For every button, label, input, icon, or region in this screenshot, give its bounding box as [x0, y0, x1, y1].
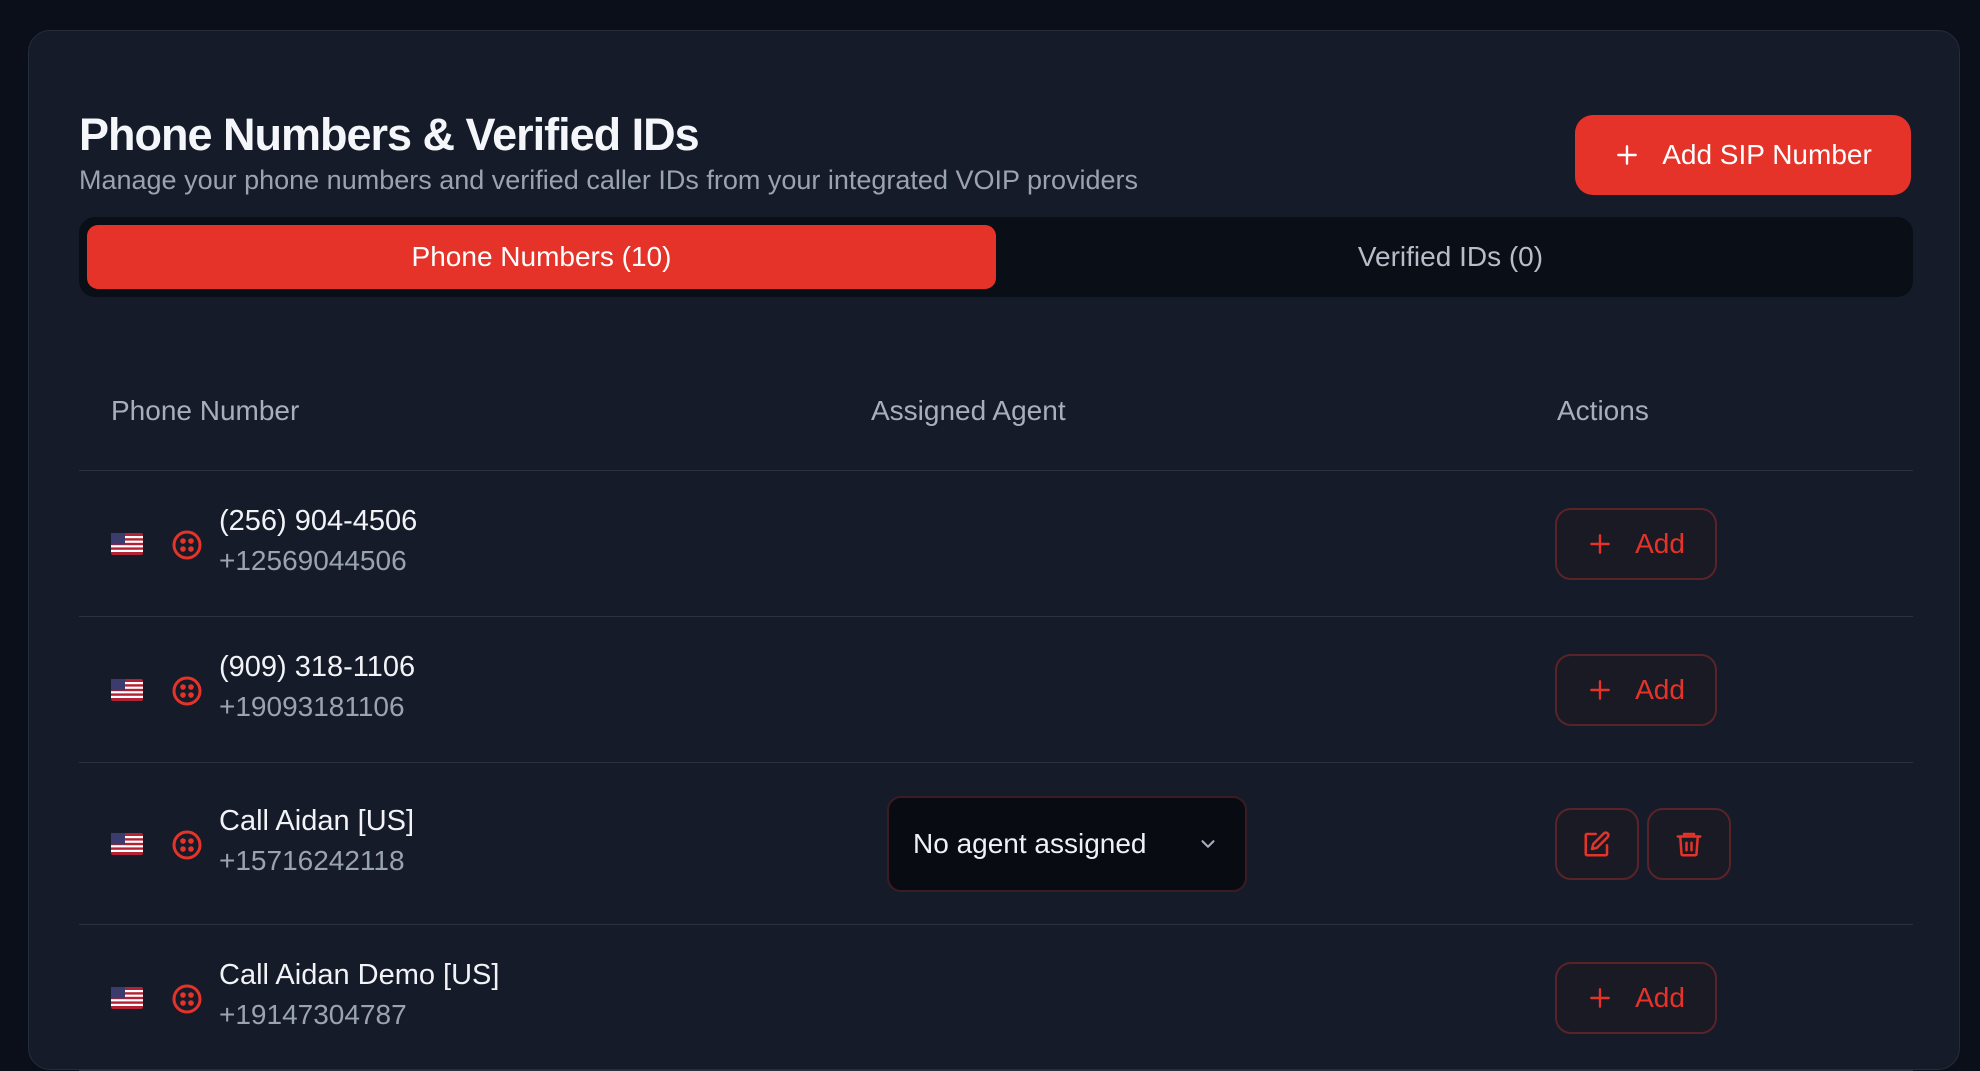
plus-icon [1590, 680, 1610, 700]
page-subtitle: Manage your phone numbers and verified c… [79, 165, 1139, 195]
phone-number-e164: +19147304787 [219, 999, 407, 1030]
page-title: Phone Numbers & Verified IDs [79, 109, 700, 160]
tab-bar: Phone Numbers (10) Verified IDs (0) [79, 217, 1913, 297]
agent-select-value: No agent assigned [913, 828, 1147, 859]
column-header-phone-number: Phone Number [111, 395, 300, 426]
table-row: Call Aidan [US] +15716242118 No agent as… [79, 763, 1913, 925]
edit-icon [1584, 831, 1610, 857]
phone-number-name: Call Aidan Demo [US] [219, 959, 500, 991]
plus-icon [1590, 534, 1610, 554]
add-agent-button[interactable]: Add [1555, 654, 1717, 726]
add-sip-number-label: Add SIP Number [1662, 139, 1872, 170]
trash-icon [1676, 832, 1702, 857]
us-flag-icon [111, 987, 143, 1009]
phone-number-name: (256) 904-4506 [219, 505, 418, 537]
table-header: Phone Number Assigned Agent Actions [79, 361, 1913, 471]
us-flag-icon [111, 833, 143, 855]
add-agent-label: Add [1635, 674, 1685, 705]
twilio-icon [172, 530, 202, 560]
us-flag-icon [111, 679, 143, 701]
plus-icon [1590, 988, 1610, 1008]
add-sip-number-button[interactable]: Add SIP Number [1575, 115, 1911, 195]
phone-number-list: (256) 904-4506 +12569044506 Add (909) 31… [79, 471, 1913, 1071]
chevron-down-icon [1201, 840, 1215, 848]
tab-phone-numbers[interactable]: Phone Numbers (10) [87, 225, 996, 289]
phone-numbers-card: Phone Numbers & Verified IDs Manage your… [28, 30, 1960, 1071]
edit-button[interactable] [1555, 808, 1639, 880]
page-header: Phone Numbers & Verified IDs Manage your… [79, 79, 1911, 199]
phone-number-name: (909) 318-1106 [219, 651, 416, 683]
add-agent-button[interactable]: Add [1555, 508, 1717, 580]
table-row: (909) 318-1106 +19093181106 Add [79, 617, 1913, 763]
twilio-icon [172, 676, 202, 706]
phone-number-e164: +12569044506 [219, 545, 407, 576]
column-header-assigned-agent: Assigned Agent [871, 395, 1066, 426]
phone-number-name: Call Aidan [US] [219, 805, 415, 837]
add-agent-label: Add [1635, 982, 1685, 1013]
twilio-icon [172, 830, 202, 860]
add-agent-label: Add [1635, 528, 1685, 559]
column-header-actions: Actions [1557, 395, 1649, 426]
phone-number-e164: +19093181106 [219, 691, 405, 722]
us-flag-icon [111, 533, 143, 555]
table-row: Call Aidan Demo [US] +19147304787 Add [79, 925, 1913, 1071]
agent-select-dropdown[interactable]: No agent assigned [887, 796, 1247, 892]
delete-button[interactable] [1647, 808, 1731, 880]
add-agent-button[interactable]: Add [1555, 962, 1717, 1034]
tab-verified-ids[interactable]: Verified IDs (0) [996, 225, 1905, 289]
table-row: (256) 904-4506 +12569044506 Add [79, 471, 1913, 617]
plus-icon [1617, 145, 1638, 165]
twilio-icon [172, 984, 202, 1014]
phone-number-e164: +15716242118 [219, 845, 405, 876]
